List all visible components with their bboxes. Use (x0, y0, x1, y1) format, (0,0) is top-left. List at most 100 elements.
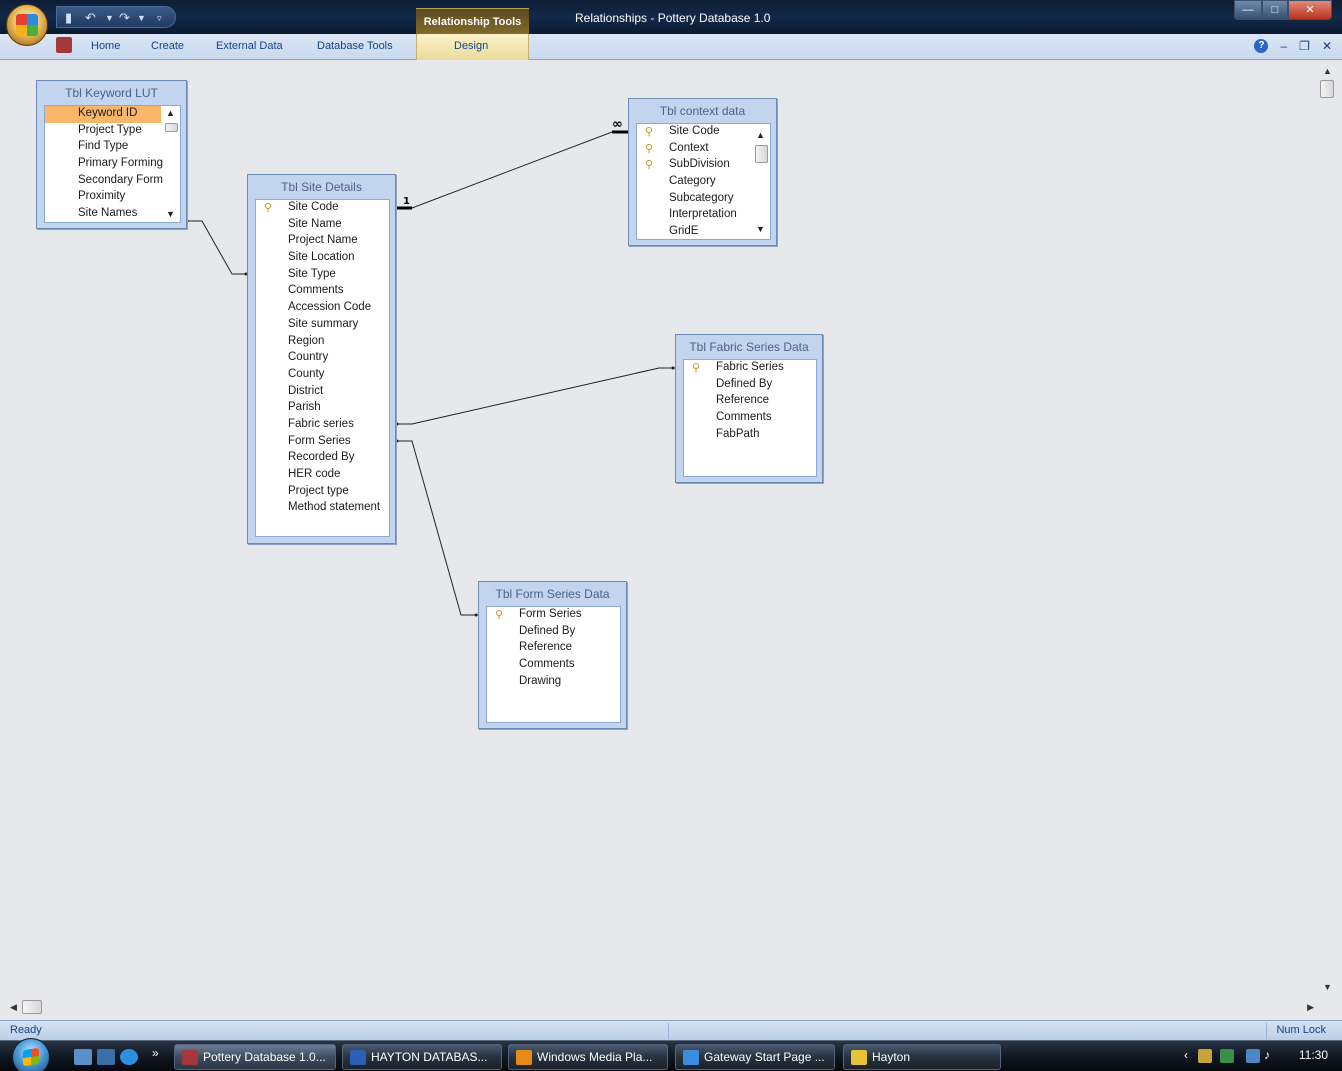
field-row[interactable]: District (256, 384, 389, 401)
maximize-button[interactable]: □ (1262, 0, 1288, 20)
field-row[interactable]: Primary Forming (45, 156, 163, 173)
table-title[interactable]: Tbl Form Series Data (479, 582, 626, 602)
field-row[interactable]: ⚲ Context (637, 141, 755, 158)
field-row[interactable]: Site summary (256, 317, 389, 334)
field-row[interactable]: Reference (487, 640, 620, 657)
field-row[interactable]: Site Type (256, 267, 389, 284)
field-row[interactable]: Fabric series (256, 417, 389, 434)
volume-icon[interactable]: ♪ (1264, 1048, 1270, 1062)
table-title[interactable]: Tbl Site Details (248, 175, 395, 195)
field-row[interactable]: Subcategory (637, 191, 755, 208)
start-button[interactable] (12, 1038, 50, 1071)
scroll-right-icon[interactable]: ▶ (1307, 1002, 1314, 1013)
field-row[interactable]: Site Location (256, 250, 389, 267)
table-fabric-series-data[interactable]: Tbl Fabric Series Data ⚲ Fabric Series Def… (675, 334, 823, 483)
field-row[interactable]: GridE (637, 224, 755, 239)
taskbar-item[interactable]: Windows Media Pla... (508, 1044, 668, 1070)
table-keyword-lut[interactable]: Tbl Keyword LUT Keyword ID Project Type Fi… (36, 80, 187, 229)
redo-icon[interactable]: ↷ (119, 10, 130, 26)
tab-database-tools[interactable]: Database Tools (317, 40, 393, 52)
field-list-scrollbar[interactable]: ▲ ▼ (163, 106, 180, 222)
horizontal-scrollbar[interactable]: ◀ ▶ (6, 998, 1318, 1016)
vertical-scroll-thumb[interactable] (1320, 80, 1334, 98)
field-row[interactable]: Find Type (45, 139, 161, 156)
clock[interactable]: 11:30 (1299, 1048, 1328, 1062)
field-row[interactable]: ⚲ Site Code (256, 200, 389, 217)
scroll-thumb[interactable] (165, 123, 178, 132)
taskbar-item[interactable]: Gateway Start Page ... (675, 1044, 835, 1070)
taskbar-item[interactable]: Hayton (843, 1044, 1001, 1070)
tab-design[interactable]: Design (454, 40, 488, 52)
minimize-button[interactable]: — (1234, 0, 1262, 20)
field-row[interactable]: HER code (256, 467, 389, 484)
field-row[interactable]: Defined By (684, 377, 816, 394)
tab-home[interactable]: Home (91, 40, 120, 52)
field-row[interactable]: Parish (256, 400, 389, 417)
scroll-down-icon[interactable]: ▼ (166, 209, 175, 219)
field-row[interactable]: Comments (487, 657, 620, 674)
field-row[interactable]: ⚲ Fabric Series (684, 360, 816, 377)
field-row[interactable]: Defined By (487, 624, 620, 641)
switch-windows-icon[interactable] (97, 1049, 115, 1065)
field-row[interactable]: Site Name (256, 217, 389, 234)
field-row[interactable]: Recorded By (256, 450, 389, 467)
field-row[interactable]: Reference (684, 393, 816, 410)
field-row[interactable]: Drawing (487, 674, 620, 691)
table-context-data[interactable]: Tbl context data ⚲ Site Code ⚲ Context ⚲ SubD… (628, 98, 777, 246)
field-row[interactable]: Region (256, 334, 389, 351)
ribbon-minimize-icon[interactable]: – (1280, 39, 1287, 53)
table-form-series-data[interactable]: Tbl Form Series Data ⚲ Form Series Defined… (478, 581, 627, 729)
tray-network-icon[interactable] (1246, 1049, 1260, 1063)
field-row[interactable]: Method statement (256, 500, 389, 517)
field-row[interactable]: Interpretation (637, 207, 755, 224)
field-row[interactable]: Comments (684, 410, 816, 427)
taskbar-item[interactable]: Pottery Database 1.0... (174, 1044, 336, 1070)
field-row[interactable]: Secondary Form (45, 173, 163, 190)
tab-external-data[interactable]: External Data (216, 40, 283, 52)
field-row[interactable]: Country (256, 350, 389, 367)
tray-expand-icon[interactable]: ‹ (1184, 1048, 1188, 1062)
taskbar-item[interactable]: HAYTON DATABAS... (342, 1044, 502, 1070)
scroll-up-icon[interactable]: ▲ (166, 108, 175, 118)
field-row[interactable]: FabPath (684, 427, 816, 444)
field-row[interactable]: Form Series (256, 434, 389, 451)
tray-app-icon[interactable] (1220, 1049, 1234, 1063)
scroll-down-icon[interactable]: ▼ (1323, 982, 1332, 992)
save-icon[interactable]: ▮ (65, 10, 72, 26)
field-row[interactable]: Comments (256, 283, 389, 300)
field-row[interactable]: Keyword ID (45, 106, 161, 123)
table-title[interactable]: Tbl Keyword LUT (37, 81, 186, 101)
field-row[interactable]: County (256, 367, 389, 384)
table-title[interactable]: Tbl context data (629, 99, 776, 119)
field-row[interactable]: Site Names (45, 206, 161, 222)
field-row[interactable]: Project type (256, 484, 389, 501)
internet-explorer-icon[interactable] (120, 1049, 138, 1065)
show-desktop-icon[interactable] (74, 1049, 92, 1065)
customize-toolbar-icon[interactable]: ▿ (157, 13, 162, 24)
scroll-up-icon[interactable]: ▲ (756, 130, 765, 140)
field-row[interactable]: Project Name (256, 233, 389, 250)
scroll-thumb[interactable] (755, 145, 768, 163)
table-site-details[interactable]: Tbl Site Details ⚲ Site Code Site Name Proj… (247, 174, 396, 544)
close-button[interactable]: ✕ (1288, 0, 1332, 20)
quicklaunch-chevron-icon[interactable]: » (152, 1046, 159, 1060)
horizontal-scroll-thumb[interactable] (22, 1000, 42, 1014)
field-row[interactable]: ⚲ Form Series (487, 607, 620, 624)
scroll-left-icon[interactable]: ◀ (10, 1002, 17, 1013)
field-row[interactable]: Project Type (45, 123, 161, 140)
undo-dropdown-icon[interactable]: ▼ (105, 13, 114, 23)
restore-icon[interactable]: ❐ (1299, 39, 1310, 53)
field-row[interactable]: ⚲ Site Code (637, 124, 755, 141)
close-document-icon[interactable]: ✕ (1322, 39, 1332, 53)
tray-network-alert-icon[interactable] (1198, 1049, 1212, 1063)
tab-create[interactable]: Create (151, 40, 184, 52)
field-list-scrollbar[interactable]: ▲ ▼ (753, 124, 770, 239)
table-title[interactable]: Tbl Fabric Series Data (676, 335, 822, 355)
scroll-down-icon[interactable]: ▼ (756, 224, 765, 234)
office-button[interactable] (6, 4, 48, 46)
field-row[interactable]: Accession Code (256, 300, 389, 317)
undo-icon[interactable]: ↶ (85, 10, 96, 26)
field-row[interactable]: ⚲ SubDivision (637, 157, 755, 174)
vertical-scrollbar[interactable]: ▲ ▼ (1318, 62, 1336, 996)
field-row[interactable]: Proximity (45, 189, 161, 206)
